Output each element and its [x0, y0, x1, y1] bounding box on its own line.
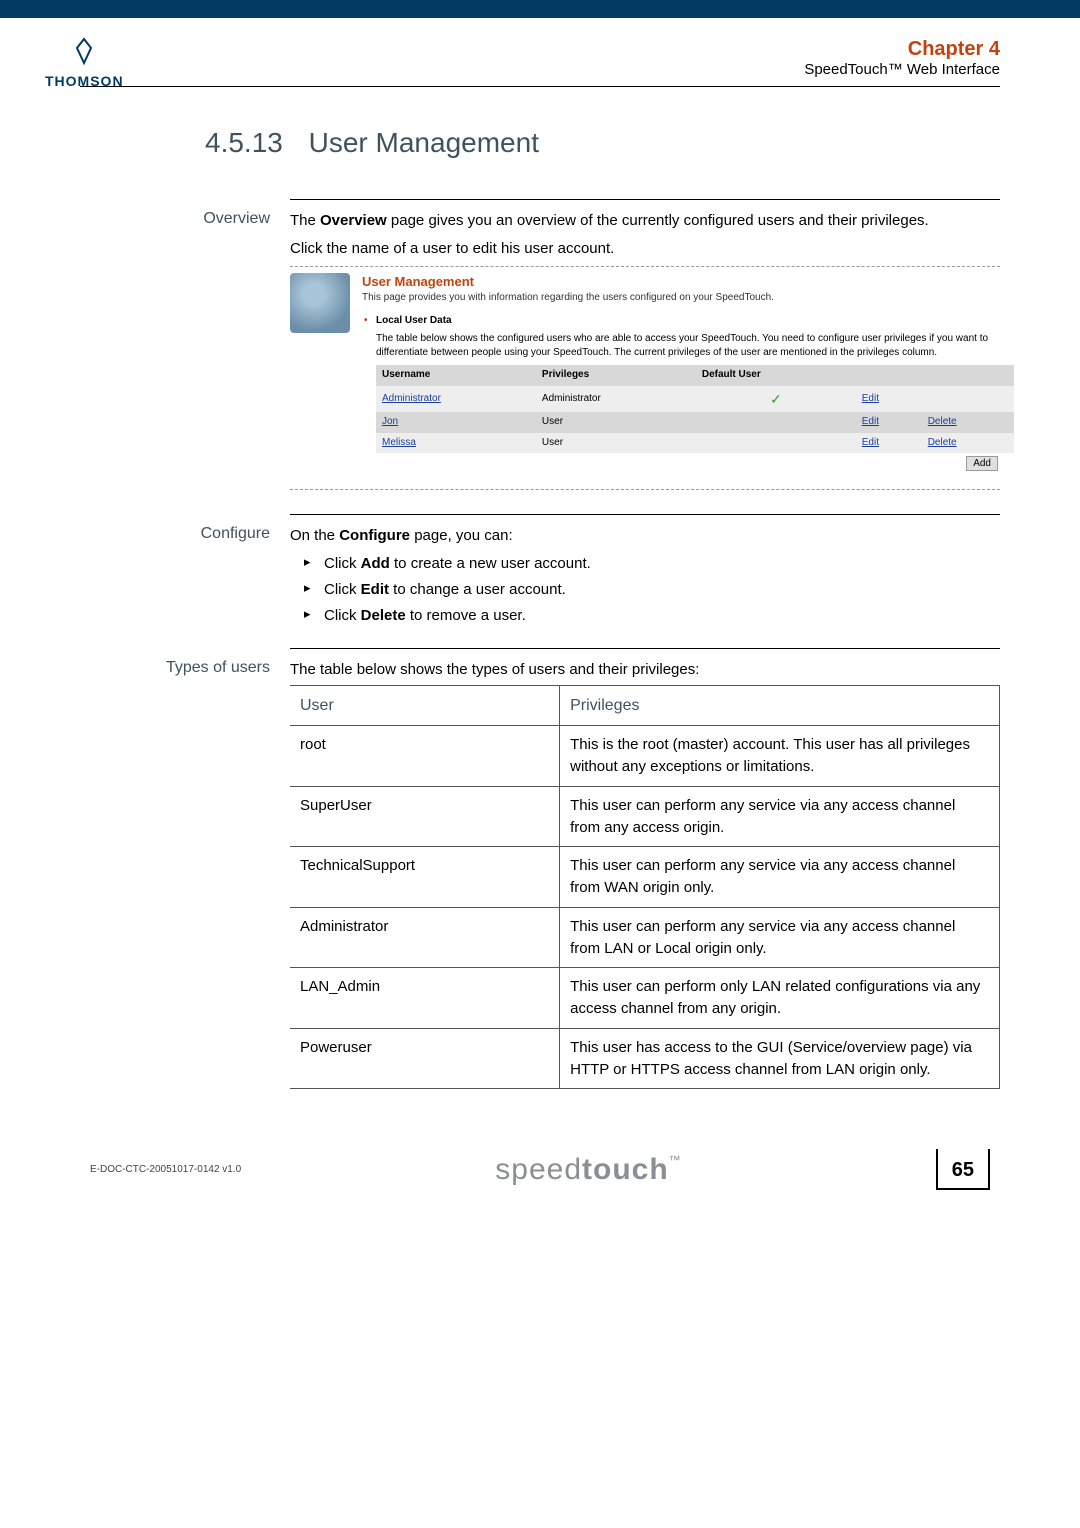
- chapter-label: Chapter 4: [80, 38, 1000, 61]
- edit-link[interactable]: Edit: [862, 437, 879, 448]
- inset-title: User Management: [362, 273, 1000, 292]
- user-link[interactable]: Melissa: [382, 437, 416, 448]
- dashed-divider: [290, 266, 1000, 267]
- inset-section-label: Local User Data: [362, 314, 1000, 329]
- types-body: The table below shows the types of users…: [290, 659, 1000, 1089]
- edit-link[interactable]: Edit: [862, 393, 879, 404]
- privileges-table: User Privileges rootThis is the root (ma…: [290, 685, 1000, 1089]
- screenshot-inset: User Management This page provides you w…: [290, 273, 1000, 472]
- local-user-table: Username Privileges Default User Adminis…: [376, 365, 1014, 453]
- list-item: Click Add to create a new user account.: [304, 553, 1000, 575]
- types-label: Types of users: [80, 659, 290, 1089]
- checkmark-icon: ✓: [770, 391, 782, 407]
- section-number: 4.5.13: [205, 127, 283, 158]
- col-user: User: [290, 686, 560, 726]
- col-privileges: Privileges: [560, 686, 1000, 726]
- configure-label: Configure: [80, 525, 290, 630]
- user-link[interactable]: Administrator: [382, 393, 441, 404]
- document-id: E-DOC-CTC-20051017-0142 v1.0: [90, 1164, 241, 1175]
- configure-list: Click Add to create a new user account. …: [304, 553, 1000, 626]
- page-number: 65: [936, 1149, 990, 1190]
- user-link[interactable]: Jon: [382, 416, 398, 427]
- divider: [290, 648, 1000, 649]
- table-row: SuperUserThis user can perform any servi…: [290, 786, 1000, 847]
- overview-label: Overview: [80, 210, 290, 496]
- table-row: TechnicalSupportThis user can perform an…: [290, 847, 1000, 908]
- table-row: rootThis is the root (master) account. T…: [290, 726, 1000, 787]
- users-icon: [290, 273, 350, 333]
- configure-body: On the Configure page, you can: Click Ad…: [290, 525, 1000, 630]
- thomson-logo-text: THOMSON: [45, 73, 124, 89]
- col-default-user: Default User: [696, 365, 856, 386]
- header-rule: [80, 86, 1000, 87]
- table-row: Administrator Administrator ✓ Edit: [376, 386, 1014, 413]
- list-item: Click Delete to remove a user.: [304, 605, 1000, 627]
- list-item: Click Edit to change a user account.: [304, 579, 1000, 601]
- edit-link[interactable]: Edit: [862, 416, 879, 427]
- table-row: LAN_AdminThis user can perform only LAN …: [290, 968, 1000, 1029]
- add-button[interactable]: Add: [966, 456, 998, 471]
- table-row: PoweruserThis user has access to the GUI…: [290, 1028, 1000, 1089]
- thomson-logo-icon: [69, 36, 99, 66]
- col-username: Username: [376, 365, 536, 386]
- header-subtitle: SpeedTouch™ Web Interface: [80, 61, 1000, 78]
- top-bar: [0, 0, 1080, 18]
- delete-link[interactable]: Delete: [928, 416, 957, 427]
- overview-body: The Overview page gives you an overview …: [290, 210, 1000, 496]
- page-footer: E-DOC-CTC-20051017-0142 v1.0 speedtouch™…: [80, 1149, 1000, 1190]
- table-row: Melissa User Edit Delete: [376, 433, 1014, 454]
- col-privileges: Privileges: [536, 365, 696, 386]
- inset-subtitle: This page provides you with information …: [362, 291, 1000, 306]
- thomson-logo: THOMSON: [45, 36, 124, 89]
- delete-link[interactable]: Delete: [928, 437, 957, 448]
- divider: [290, 199, 1000, 200]
- section-heading: 4.5.13 User Management: [205, 127, 1000, 159]
- inset-desc: The table below shows the configured use…: [362, 332, 1000, 359]
- section-title: User Management: [309, 127, 539, 158]
- divider: [290, 514, 1000, 515]
- dashed-divider: [290, 489, 1000, 490]
- table-row: AdministratorThis user can perform any s…: [290, 907, 1000, 968]
- table-row: Jon User Edit Delete: [376, 412, 1014, 433]
- speedtouch-brand: speedtouch™: [495, 1153, 681, 1187]
